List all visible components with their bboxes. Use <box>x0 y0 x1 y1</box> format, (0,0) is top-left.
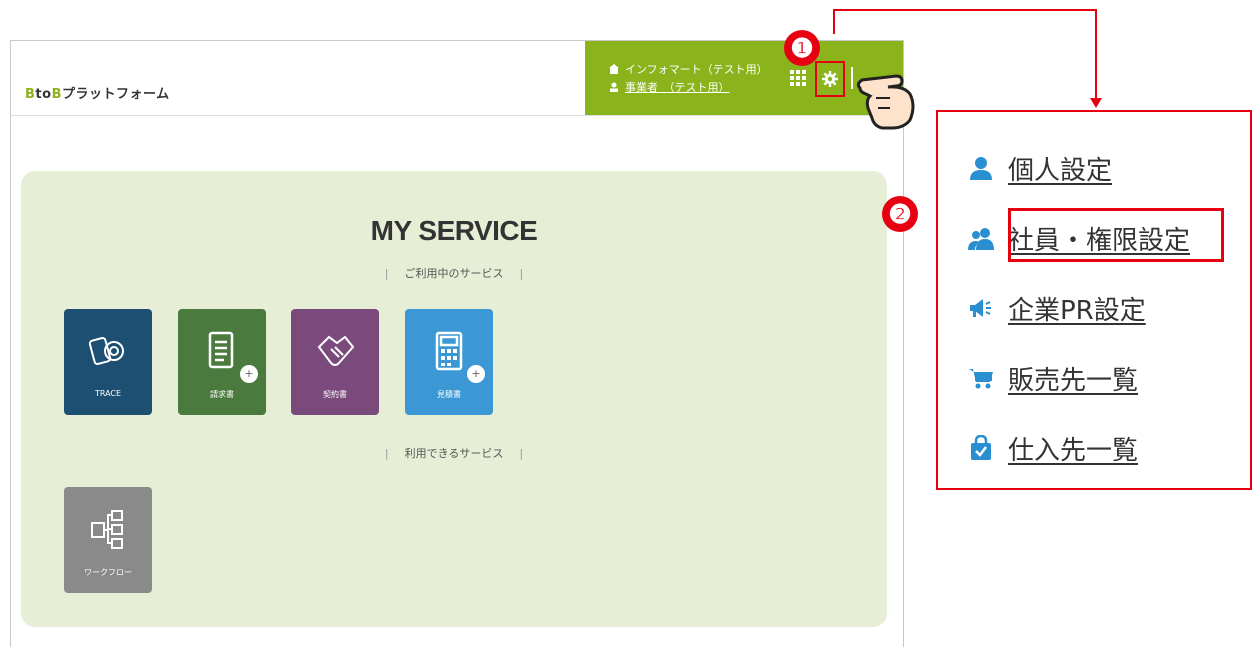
pointing-hand-icon <box>856 74 915 130</box>
megaphone-icon <box>968 295 994 321</box>
menu-item-label: 仕入先一覧 <box>1008 435 1139 466</box>
people-icon <box>968 225 994 251</box>
bag-lock-icon <box>968 435 994 461</box>
menu-item-company-pr-settings[interactable]: 企業PR設定 <box>968 288 1146 328</box>
menu-item-label: 個人設定 <box>1008 155 1113 186</box>
person-icon <box>968 155 994 181</box>
menu-item-supplier-list[interactable]: 仕入先一覧 <box>968 428 1138 468</box>
highlight-box <box>1008 208 1224 262</box>
menu-item-customer-list[interactable]: 販売先一覧 <box>968 358 1138 398</box>
menu-item-label: 企業PR設定 <box>1008 295 1146 326</box>
step-1-badge: ❶ <box>784 30 820 66</box>
menu-item-label: 販売先一覧 <box>1008 365 1139 396</box>
step-2-badge: ❷ <box>882 196 918 232</box>
cart-icon <box>968 365 994 391</box>
menu-item-personal-settings[interactable]: 個人設定 <box>968 148 1112 188</box>
settings-menu: 個人設定 社員・権限設定 企業PR設定 販売先一覧 仕入先一覧 <box>936 110 1252 490</box>
